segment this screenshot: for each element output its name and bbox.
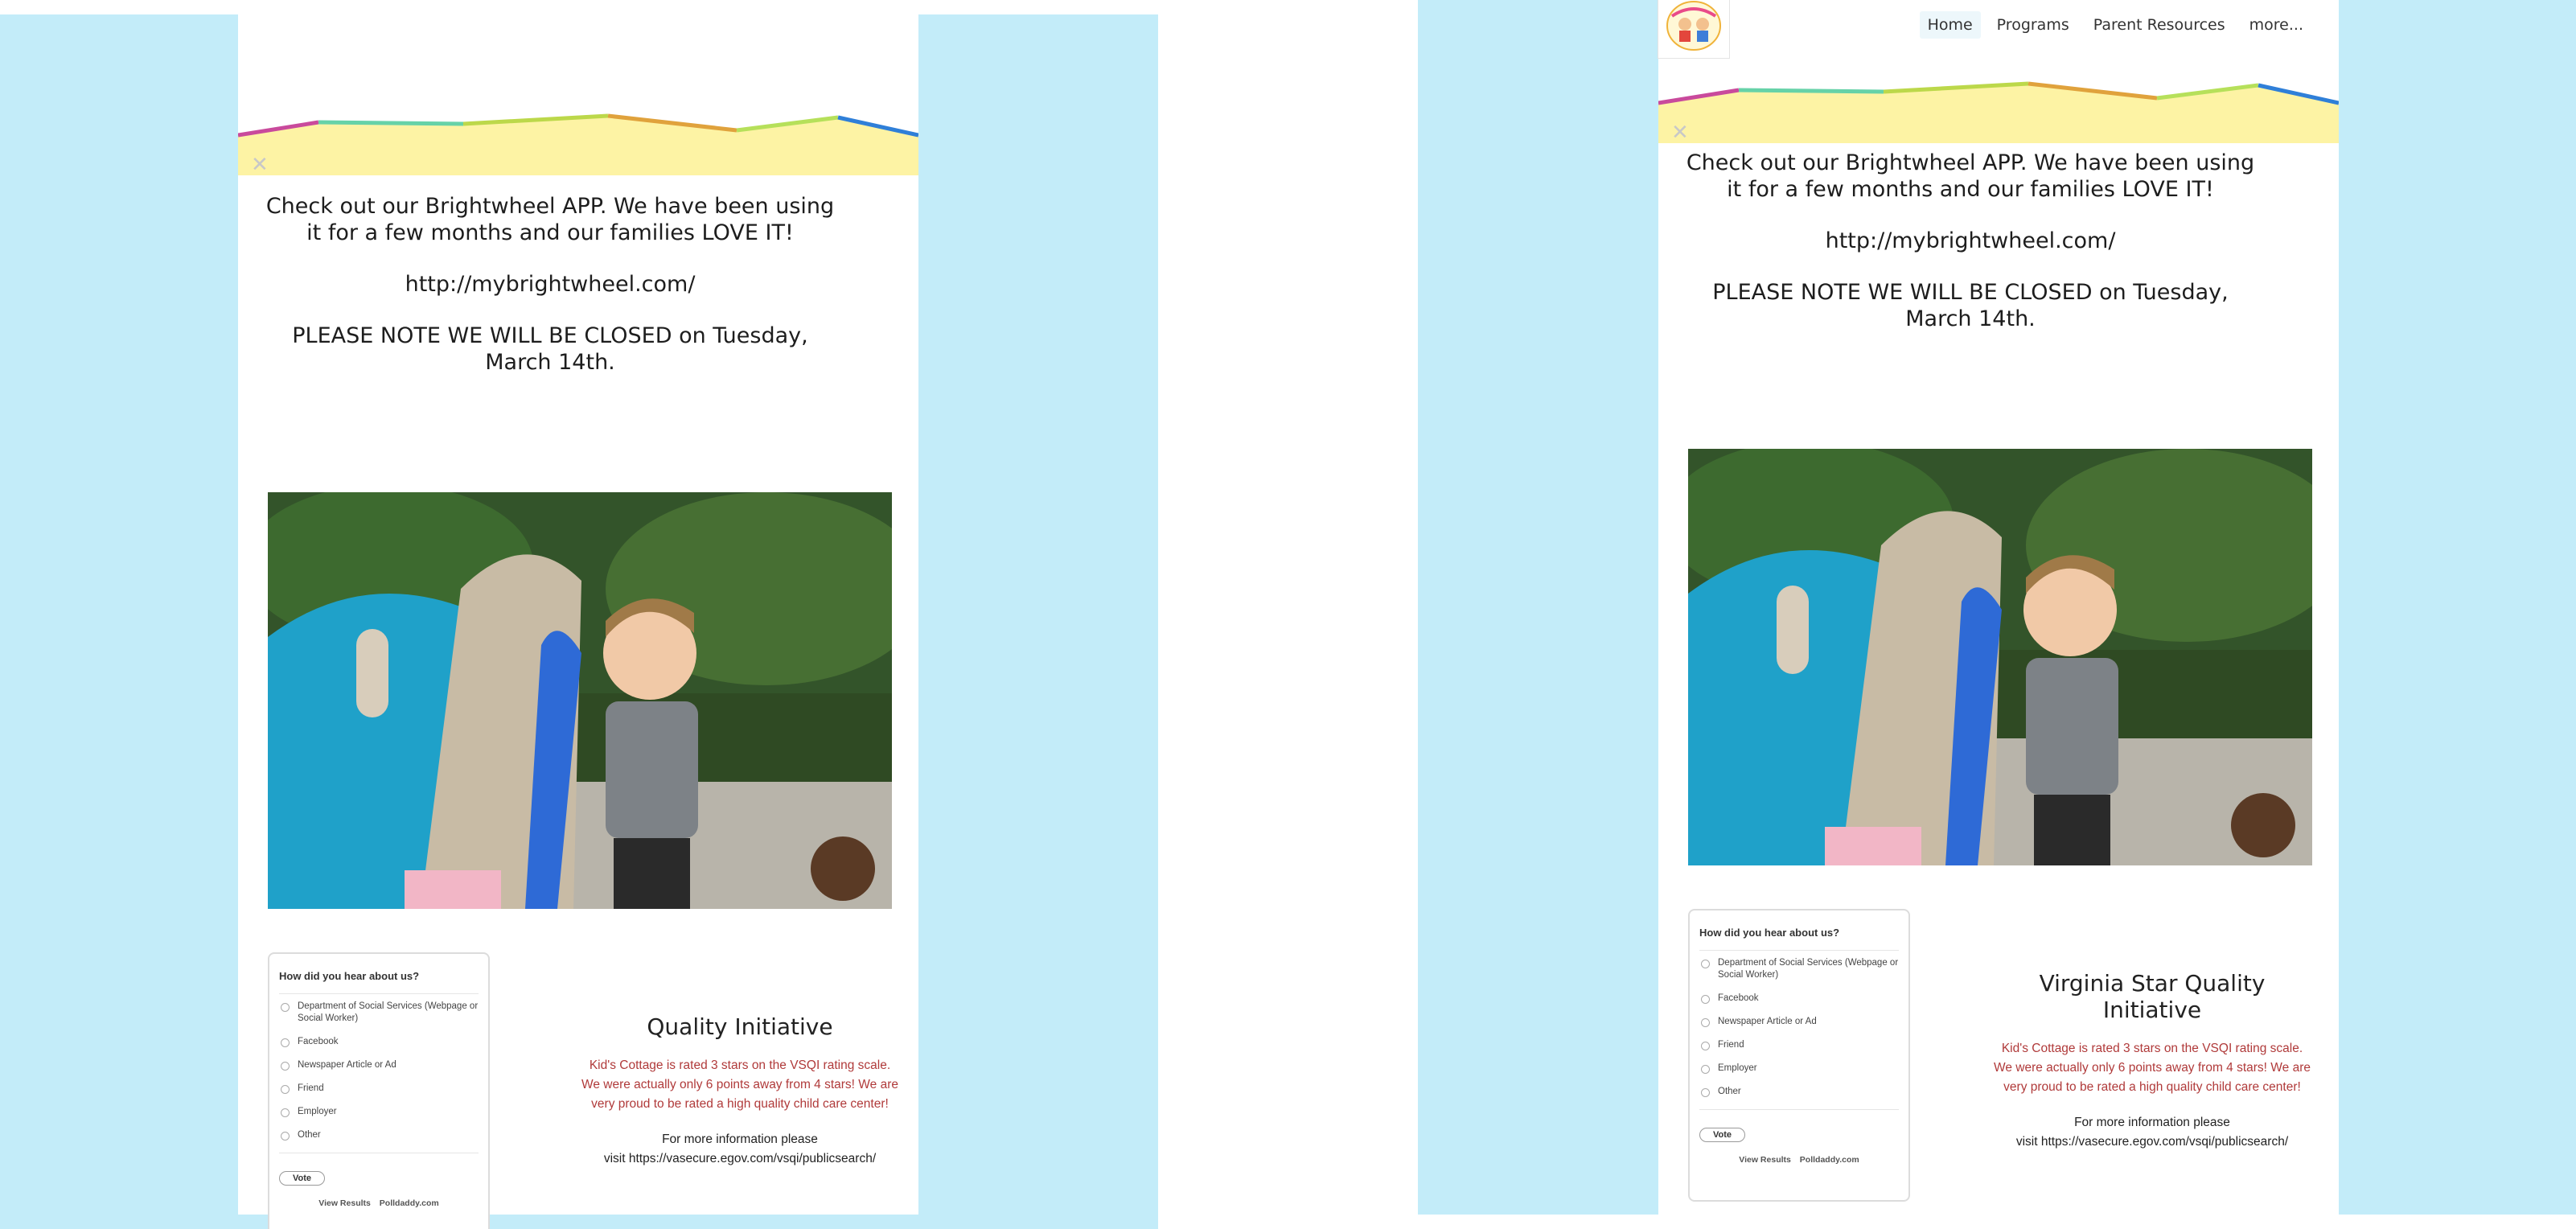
left-screenshot: ✕ Check out our Brightwheel APP. We have… [0,14,1158,1229]
poll-divider [279,993,479,994]
poll-option[interactable]: Facebook [1699,993,1899,1005]
poll-question: How did you hear about us? [1699,927,1840,939]
poll-option-label: Employer [298,1107,337,1116]
vote-button[interactable]: Vote [279,1171,326,1186]
quality-info: For more information please visit https:… [1991,1113,2313,1152]
nav-item-parent-resources[interactable]: Parent Resources [2085,11,2233,39]
close-icon[interactable]: ✕ [251,154,269,175]
poll-option-label: Department of Social Services (Webpage o… [1718,958,1899,980]
header-banner [238,113,918,175]
poll-option-label: Friend [1718,1040,1744,1050]
page-content: ✕ Check out our Brightwheel APP. We have… [238,14,918,1229]
quality-title: Quality Initiative [647,1013,833,1040]
poll-option-label: Other [298,1130,321,1140]
quality-info-link[interactable]: visit https://vasecure.egov.com/vsqi/pub… [579,1149,901,1169]
announcement-text: Check out our Brightwheel APP. We have b… [261,193,840,401]
poll-links: View Results Polldaddy.com [1690,1155,1908,1165]
radio-icon[interactable] [1701,1042,1710,1050]
radio-icon[interactable] [281,1132,290,1141]
poll-option[interactable]: Friend [1699,1039,1899,1051]
poll-option[interactable]: Newspaper Article or Ad [279,1059,479,1071]
quality-initiative-section: Virginia Star Quality Initiative Kid's C… [1991,970,2313,1152]
quality-title: Virginia Star Quality Initiative [2039,970,2266,1023]
nav-item-home[interactable]: Home [1919,11,1981,39]
radio-icon[interactable] [281,1108,290,1117]
poll-option[interactable]: Other [1699,1086,1899,1098]
hero-photo [1688,449,2312,865]
poll-option-label: Friend [298,1083,324,1093]
right-screenshot: Home Programs Parent Resources more... ✕… [1418,0,2576,1215]
close-icon[interactable]: ✕ [1671,122,1689,143]
poll-option[interactable]: Employer [1699,1063,1899,1075]
poll-option-label: Other [1718,1087,1741,1096]
quality-info-line: For more information please [2074,1116,2230,1129]
quality-info: For more information please visit https:… [579,1130,901,1169]
announcement-link[interactable]: http://mybrightwheel.com/ [1681,228,2260,254]
kids-cottage-logo-icon [1666,1,1721,51]
radio-icon[interactable] [1701,995,1710,1004]
nav-item-more[interactable]: more... [2241,11,2311,39]
quality-initiative-section: Quality Initiative Kid's Cottage is rate… [579,1013,901,1169]
poll-option-label: Facebook [1718,993,1759,1003]
quality-info-line: For more information please [662,1132,818,1146]
polldaddy-link[interactable]: Polldaddy.com [1800,1155,1859,1165]
poll-option[interactable]: Facebook [279,1036,479,1048]
hero-photo [268,492,892,909]
view-results-link[interactable]: View Results [1739,1155,1791,1165]
radio-icon[interactable] [281,1062,290,1071]
radio-icon[interactable] [281,1085,290,1094]
nav-item-programs[interactable]: Programs [1989,11,2077,39]
vote-button[interactable]: Vote [1699,1128,1746,1142]
poll-links: View Results Polldaddy.com [269,1198,488,1208]
quality-body: Kid's Cottage is rated 3 stars on the VS… [1994,1042,2311,1094]
main-nav: Home Programs Parent Resources more... [1919,11,2311,39]
poll-option[interactable]: Newspaper Article or Ad [1699,1016,1899,1028]
radio-icon[interactable] [281,1038,290,1047]
radio-icon[interactable] [1701,1065,1710,1074]
view-results-link[interactable]: View Results [318,1198,371,1208]
announcement-app: Check out our Brightwheel APP. We have b… [1686,150,2255,202]
announcement-text: Check out our Brightwheel APP. We have b… [1681,150,2260,357]
announcement-closure: PLEASE NOTE WE WILL BE CLOSED on Tuesday… [292,323,808,375]
poll-option[interactable]: Department of Social Services (Webpage o… [279,1001,479,1025]
quality-body: Kid's Cottage is rated 3 stars on the VS… [581,1058,898,1111]
radio-icon[interactable] [1701,1018,1710,1027]
quality-info-link[interactable]: visit https://vasecure.egov.com/vsqi/pub… [1991,1132,2313,1152]
poll-option[interactable]: Employer [279,1106,479,1118]
poll-option-label: Facebook [298,1037,339,1046]
page-content: Home Programs Parent Resources more... ✕… [1658,0,2339,1215]
poll-option-label: Employer [1718,1063,1757,1073]
poll-divider [1699,1109,1899,1110]
radio-icon[interactable] [1701,1088,1710,1097]
announcement-closure: PLEASE NOTE WE WILL BE CLOSED on Tuesday… [1712,280,2229,331]
poll-divider [1699,950,1899,951]
radio-icon[interactable] [1701,960,1710,968]
announcement-link[interactable]: http://mybrightwheel.com/ [261,271,840,298]
polldaddy-link[interactable]: Polldaddy.com [380,1198,439,1208]
poll-question: How did you hear about us? [279,970,420,982]
radio-icon[interactable] [281,1003,290,1012]
poll-widget: How did you hear about us? Department of… [1688,909,1910,1202]
poll-option-label: Newspaper Article or Ad [1718,1017,1817,1026]
announcement-app: Check out our Brightwheel APP. We have b… [265,194,835,245]
poll-option[interactable]: Department of Social Services (Webpage o… [1699,957,1899,981]
poll-option[interactable]: Friend [279,1083,479,1095]
site-logo[interactable] [1658,0,1730,59]
header-banner [1658,81,2339,143]
poll-option[interactable]: Other [279,1129,479,1141]
poll-option-label: Department of Social Services (Webpage o… [298,1001,479,1023]
poll-widget: How did you hear about us? Department of… [268,952,490,1229]
poll-option-label: Newspaper Article or Ad [298,1060,396,1070]
